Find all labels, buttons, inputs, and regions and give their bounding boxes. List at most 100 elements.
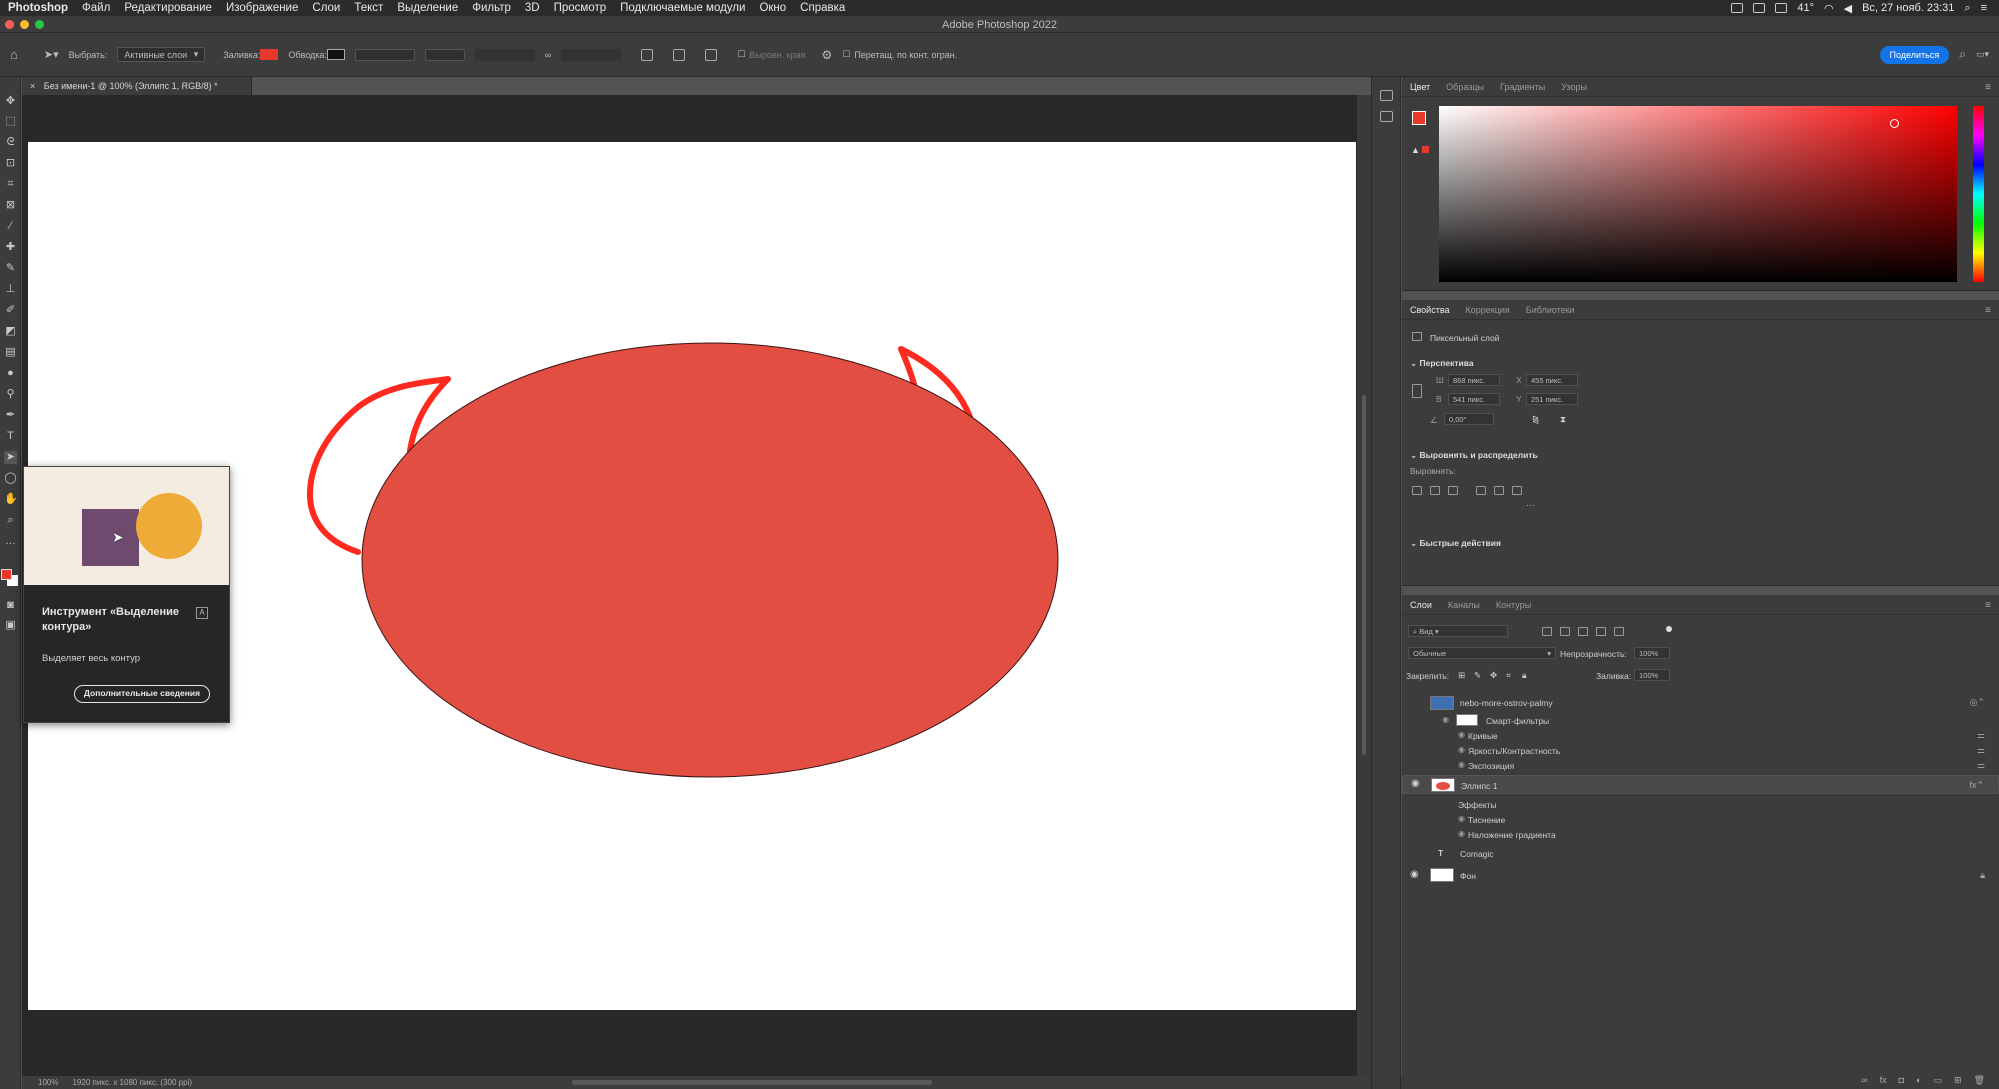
marquee-tool-icon[interactable]: ⬚ xyxy=(4,115,17,128)
filter-row-brightness-contrast[interactable]: ◉ Яркость/Контрастность ⚌ xyxy=(1402,743,1999,759)
layer-row-smart-object[interactable]: nebo-more-ostrov-palmy ◎⌃ xyxy=(1402,695,1999,711)
filter-adjustment-icon[interactable] xyxy=(1560,627,1570,636)
visibility-icon[interactable]: ◉ xyxy=(1458,730,1465,739)
brush-tool-icon[interactable]: ✎ xyxy=(4,262,17,275)
healing-brush-tool-icon[interactable]: ✚ xyxy=(4,241,17,254)
learn-more-button[interactable]: Дополнительные сведения xyxy=(74,685,210,703)
new-adjustment-icon[interactable]: ◐ xyxy=(1916,1075,1921,1089)
filter-smart-object-icon[interactable] xyxy=(1614,627,1624,636)
horizontal-scroll-thumb[interactable] xyxy=(572,1080,932,1085)
quick-actions-header[interactable]: ⌄ Быстрые действия xyxy=(1410,538,1501,549)
menu-window[interactable]: Окно xyxy=(759,2,786,14)
align-bottom-icon[interactable] xyxy=(1512,486,1522,495)
path-selection-tool-preset-icon[interactable]: ➤▾ xyxy=(44,48,59,61)
close-tab-icon[interactable]: × xyxy=(30,81,35,91)
filter-options-icon[interactable]: ⚌ xyxy=(1977,745,1985,756)
layer-row-ellipse-1[interactable]: ◉ Эллипс 1 fx⌃ xyxy=(1402,775,1999,794)
app-menu[interactable]: Photoshop xyxy=(8,2,68,14)
effect-row-gradient-overlay[interactable]: ◉ Наложение градиента xyxy=(1402,827,1999,843)
eyedropper-tool-icon[interactable]: ⁄ xyxy=(4,220,17,233)
history-brush-tool-icon[interactable]: ✐ xyxy=(4,304,17,317)
zoom-level[interactable]: 100% xyxy=(38,1078,58,1087)
home-icon[interactable]: ⌂ xyxy=(10,47,18,62)
path-selection-tool-icon[interactable]: ➤ xyxy=(4,451,17,464)
path-operations-icon[interactable] xyxy=(641,48,654,61)
link-icon[interactable]: ∞ xyxy=(545,50,551,60)
x-position-field[interactable]: 455 пикс. xyxy=(1526,374,1578,386)
tab-swatches[interactable]: Образцы xyxy=(1446,82,1484,92)
delete-layer-icon[interactable]: 🗑︎ xyxy=(1974,1075,1985,1089)
stroke-width-field[interactable] xyxy=(354,48,415,61)
layer-filter-dropdown[interactable]: ⌕ Вид ▾ xyxy=(1408,625,1508,637)
menu-file[interactable]: Файл xyxy=(82,2,110,14)
lasso-tool-icon[interactable]: ᘓ xyxy=(4,136,17,149)
tab-libraries[interactable]: Библиотеки xyxy=(1526,305,1575,315)
pen-tool-icon[interactable]: ✒ xyxy=(4,409,17,422)
effects-row[interactable]: Эффекты xyxy=(1402,797,1999,813)
menu-edit[interactable]: Редактирование xyxy=(124,2,212,14)
visibility-icon[interactable]: ◉ xyxy=(1458,829,1465,838)
width-field[interactable] xyxy=(474,48,535,61)
vertical-scroll-thumb[interactable] xyxy=(1362,395,1366,755)
select-dropdown[interactable]: Активные слои ▾ xyxy=(117,47,206,62)
color-picker-marker[interactable] xyxy=(1890,119,1899,128)
gradient-tool-icon[interactable]: ▤ xyxy=(4,346,17,359)
type-tool-icon[interactable]: T xyxy=(4,430,17,443)
fill-swatch[interactable] xyxy=(260,49,279,60)
new-group-icon[interactable]: ▭ xyxy=(1934,1075,1943,1089)
tab-color[interactable]: Цвет xyxy=(1410,82,1430,92)
share-button[interactable]: Поделиться xyxy=(1879,45,1950,64)
flip-horizontal-icon[interactable]: ⧎ xyxy=(1532,414,1539,425)
move-tool-icon[interactable]: ✥ xyxy=(4,95,17,108)
hand-tool-icon[interactable]: ✋ xyxy=(4,493,18,506)
object-selection-tool-icon[interactable]: ⊡ xyxy=(4,157,17,170)
filter-type-icon[interactable] xyxy=(1578,627,1588,636)
quick-mask-icon[interactable]: ◙ xyxy=(4,599,17,612)
lock-artboard-icon[interactable]: ⌗ xyxy=(1506,670,1511,681)
workspace-icon[interactable]: ▭▾ xyxy=(1976,49,1989,60)
visibility-eye-icon[interactable]: ◉ xyxy=(1410,869,1419,880)
tab-channels[interactable]: Каналы xyxy=(1448,600,1480,610)
lock-all-icon[interactable]: 🔒︎ xyxy=(1522,670,1527,681)
menu-type[interactable]: Текст xyxy=(354,2,383,14)
add-style-icon[interactable]: fx xyxy=(1880,1075,1887,1089)
frame-tool-icon[interactable]: ⊠ xyxy=(4,199,17,212)
more-tools-icon[interactable]: … xyxy=(4,535,17,548)
search-icon[interactable]: ⌕ xyxy=(1959,47,1966,62)
stroke-type-dropdown[interactable] xyxy=(424,48,465,61)
align-top-icon[interactable] xyxy=(1476,486,1486,495)
y-position-field[interactable]: 251 пикс. xyxy=(1526,393,1578,405)
tab-paths[interactable]: Контуры xyxy=(1496,600,1531,610)
visibility-icon[interactable]: ◉ xyxy=(1458,760,1465,769)
visibility-eye-icon[interactable]: ◉ xyxy=(1411,778,1420,789)
panel-menu-icon[interactable]: ≡ xyxy=(1985,305,1991,316)
align-center-h-icon[interactable] xyxy=(1430,486,1440,495)
status-app-icon[interactable] xyxy=(1753,3,1766,13)
hue-slider[interactable] xyxy=(1973,106,1984,282)
history-panel-icon[interactable] xyxy=(1380,90,1393,101)
color-picker-field[interactable] xyxy=(1439,106,1957,282)
clock[interactable]: Вс, 27 нояб. 23:31 xyxy=(1862,2,1954,14)
document-info[interactable]: 1920 пикс. x 1080 пикс. (300 ppi) xyxy=(72,1078,192,1087)
filter-toggle-icon[interactable] xyxy=(1666,626,1672,632)
blend-mode-dropdown[interactable]: Обычные ▾ xyxy=(1408,647,1556,659)
menu-3d[interactable]: 3D xyxy=(525,2,540,14)
foreground-color-swatch[interactable] xyxy=(1,569,12,580)
filter-pixel-icon[interactable] xyxy=(1542,627,1552,636)
blur-tool-icon[interactable]: ● xyxy=(4,367,17,380)
crop-tool-icon[interactable]: ⌗ xyxy=(4,178,17,191)
menu-filter[interactable]: Фильтр xyxy=(472,2,511,14)
width-field[interactable]: 868 пикс. xyxy=(1448,374,1500,386)
eraser-tool-icon[interactable]: ◩ xyxy=(4,325,17,338)
gear-icon[interactable]: ⚙ xyxy=(821,48,832,62)
menu-layers[interactable]: Слои xyxy=(312,2,340,14)
clone-stamp-tool-icon[interactable]: ⊥ xyxy=(4,283,17,296)
menu-image[interactable]: Изображение xyxy=(226,2,298,14)
layer-row-background[interactable]: ◉ Фон 🔒︎ xyxy=(1402,867,1999,885)
color-panel-foreground-swatch[interactable] xyxy=(1412,111,1426,125)
layer-row-smart-filters[interactable]: ◉ Смарт-фильтры xyxy=(1402,713,1999,729)
fx-icon[interactable]: fx⌃ xyxy=(1969,780,1984,791)
add-mask-icon[interactable]: ◘ xyxy=(1899,1075,1904,1089)
panel-menu-icon[interactable]: ≡ xyxy=(1985,82,1991,93)
flip-vertical-icon[interactable]: ⧗ xyxy=(1560,414,1566,425)
